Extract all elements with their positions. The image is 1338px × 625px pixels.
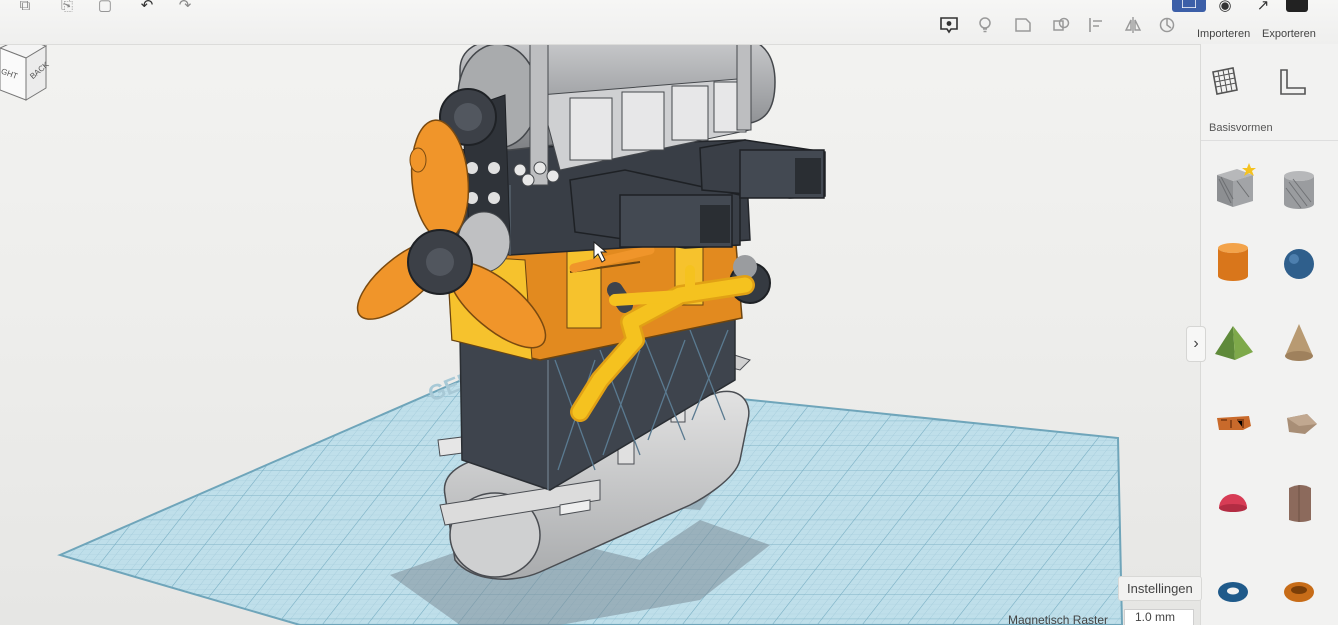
cylinder-shape[interactable] bbox=[1207, 234, 1263, 290]
undo-icon[interactable]: ↶ bbox=[136, 0, 158, 16]
cone-shape[interactable] bbox=[1273, 316, 1329, 372]
build-icon[interactable]: ↗ bbox=[1252, 0, 1274, 16]
export-button[interactable]: Exporteren bbox=[1262, 28, 1316, 40]
3d-viewport[interactable]: GEL GHT BACK ⧉ ⎘ ▢ ↶ ↷ ◉ ↗ Importeren Ex… bbox=[0, 0, 1338, 625]
shape-category-label[interactable]: Basisvormen bbox=[1209, 122, 1273, 134]
lightbulb-icon[interactable] bbox=[974, 14, 996, 36]
round-roof-shape[interactable] bbox=[1273, 476, 1329, 532]
top-toolbar: ⧉ ⎘ ▢ ↶ ↷ ◉ ↗ Importeren Exporteren bbox=[0, 0, 1338, 45]
tinker-icon[interactable]: ◉ bbox=[1214, 0, 1236, 16]
settings-button[interactable]: Instellingen bbox=[1118, 576, 1202, 601]
workplane-scene[interactable]: GEL bbox=[0, 0, 1338, 625]
snap-grid-label: Magnetisch Raster bbox=[1008, 613, 1109, 625]
half-sphere-shape[interactable] bbox=[1207, 476, 1263, 532]
torus-shape[interactable] bbox=[1207, 556, 1263, 612]
align-icon[interactable] bbox=[1086, 14, 1108, 36]
section-divider bbox=[1201, 140, 1338, 141]
redo-icon[interactable]: ↷ bbox=[174, 0, 196, 16]
panel-collapse-button[interactable]: › bbox=[1186, 326, 1206, 362]
snap-grid-select[interactable]: 1.0 mm bbox=[1124, 609, 1194, 625]
ungroup-icon[interactable] bbox=[1050, 14, 1072, 36]
group-icon[interactable] bbox=[1012, 14, 1034, 36]
copy-icon[interactable]: ⧉ bbox=[14, 0, 36, 16]
simulate-icon[interactable] bbox=[1286, 0, 1308, 12]
pyramid-shape[interactable] bbox=[1207, 316, 1263, 372]
delete-icon[interactable]: ▢ bbox=[94, 0, 116, 16]
mirror-icon[interactable] bbox=[1122, 14, 1144, 36]
tube-shape[interactable] bbox=[1273, 556, 1329, 612]
box-hole-shape[interactable] bbox=[1207, 159, 1263, 215]
grid-view-icon[interactable] bbox=[1172, 0, 1206, 12]
workplane-tool-icon[interactable] bbox=[1207, 64, 1247, 104]
sphere-shape[interactable] bbox=[1273, 236, 1329, 292]
import-button[interactable]: Importeren bbox=[1197, 28, 1250, 40]
ruler-tool-icon[interactable] bbox=[1275, 64, 1315, 104]
shapes-panel: Basisvormen bbox=[1200, 44, 1338, 625]
paste-icon[interactable]: ⎘ bbox=[56, 0, 78, 16]
polygon-shape[interactable] bbox=[1273, 396, 1329, 452]
show-all-icon[interactable] bbox=[938, 14, 960, 36]
cruise-icon[interactable] bbox=[1156, 14, 1178, 36]
cylinder-hole-shape[interactable] bbox=[1273, 162, 1329, 218]
text-shape[interactable] bbox=[1207, 396, 1263, 452]
